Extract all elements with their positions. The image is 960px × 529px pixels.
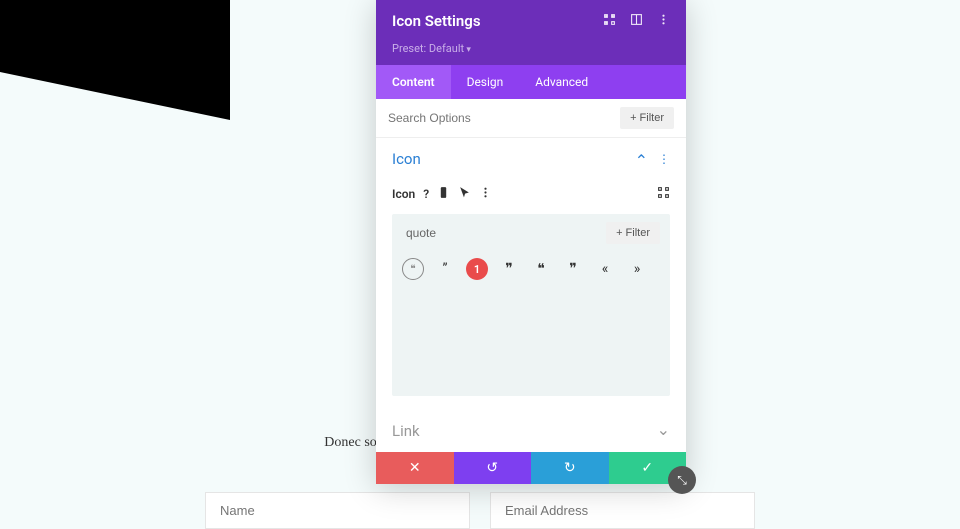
cancel-button[interactable]: ✕ — [376, 452, 454, 484]
icon-option-angle-right[interactable]: » — [626, 258, 648, 280]
email-field[interactable] — [490, 492, 755, 529]
section-more-icon[interactable] — [658, 152, 670, 166]
field-more-icon[interactable] — [479, 186, 492, 202]
redo-button[interactable]: ↻ — [531, 452, 609, 484]
tab-design[interactable]: Design — [451, 65, 520, 99]
preset-row: Preset: Default — [376, 42, 686, 65]
expand-icon[interactable] — [657, 424, 670, 438]
section-link-title: Link — [392, 422, 657, 440]
panel-header: Icon Settings — [376, 0, 686, 42]
icon-option-quote-circle[interactable]: ❝ — [402, 258, 424, 280]
tab-content[interactable]: Content — [376, 65, 451, 99]
dynamic-content-icon[interactable] — [657, 186, 670, 202]
section-icon-header[interactable]: Icon — [376, 138, 686, 180]
hover-icon[interactable] — [458, 186, 471, 202]
name-field[interactable] — [205, 492, 470, 529]
icon-picker: +Filter ❝ ” 1 ❞ ❝ ❞ « » — [392, 214, 670, 396]
icon-field-row: Icon — [376, 180, 686, 208]
tab-advanced[interactable]: Advanced — [519, 65, 604, 99]
section-link-actions — [657, 424, 670, 438]
resize-handle[interactable]: ⤡ — [668, 466, 696, 494]
section-link-header[interactable]: Link — [376, 410, 686, 452]
mobile-icon[interactable] — [437, 186, 450, 202]
icon-grid: ❝ ” 1 ❞ ❝ ❞ « » — [392, 252, 670, 286]
section-icon-actions — [635, 152, 670, 166]
icon-option-quote-left-solid[interactable]: ❝ — [530, 258, 552, 280]
collapse-icon[interactable] — [635, 152, 648, 166]
search-options-input[interactable] — [388, 111, 612, 125]
icon-filter-button[interactable]: +Filter — [606, 222, 660, 244]
icon-search-input[interactable] — [402, 224, 598, 242]
icon-field-label: Icon — [392, 187, 415, 201]
search-options-row: +Filter — [376, 99, 686, 138]
settings-panel: Icon Settings Preset: Default Content De… — [376, 0, 686, 484]
icon-field-toolbar — [423, 186, 492, 202]
icon-option-quote-right-light[interactable]: ” — [434, 258, 456, 280]
annotation-marker-1: 1 — [466, 258, 488, 280]
preset-label: Preset: — [392, 42, 426, 55]
icon-option-quote-right-solid[interactable]: ❞ — [498, 258, 520, 280]
plus-icon: + — [616, 227, 622, 239]
icon-option-angle-left[interactable]: « — [594, 258, 616, 280]
section-icon-title: Icon — [392, 150, 635, 168]
undo-button[interactable]: ↺ — [454, 452, 532, 484]
tabs: Content Design Advanced — [376, 65, 686, 99]
plus-icon: + — [630, 112, 636, 124]
panel-title: Icon Settings — [392, 12, 603, 30]
filter-button[interactable]: +Filter — [620, 107, 674, 129]
contact-form-row — [205, 492, 755, 529]
icon-option-quote-right-bold[interactable]: ❞ — [562, 258, 584, 280]
wireframe-icon[interactable] — [603, 13, 616, 30]
panel-header-actions — [603, 13, 670, 30]
help-icon[interactable] — [423, 187, 429, 201]
decorative-black-shape — [0, 0, 230, 72]
more-icon[interactable] — [657, 13, 670, 30]
bottom-action-bar: ✕ ↺ ↻ ✓ — [376, 452, 686, 484]
icon-search-row: +Filter — [392, 214, 670, 252]
layout-icon[interactable] — [630, 13, 643, 30]
preset-dropdown[interactable]: Default — [429, 42, 471, 55]
